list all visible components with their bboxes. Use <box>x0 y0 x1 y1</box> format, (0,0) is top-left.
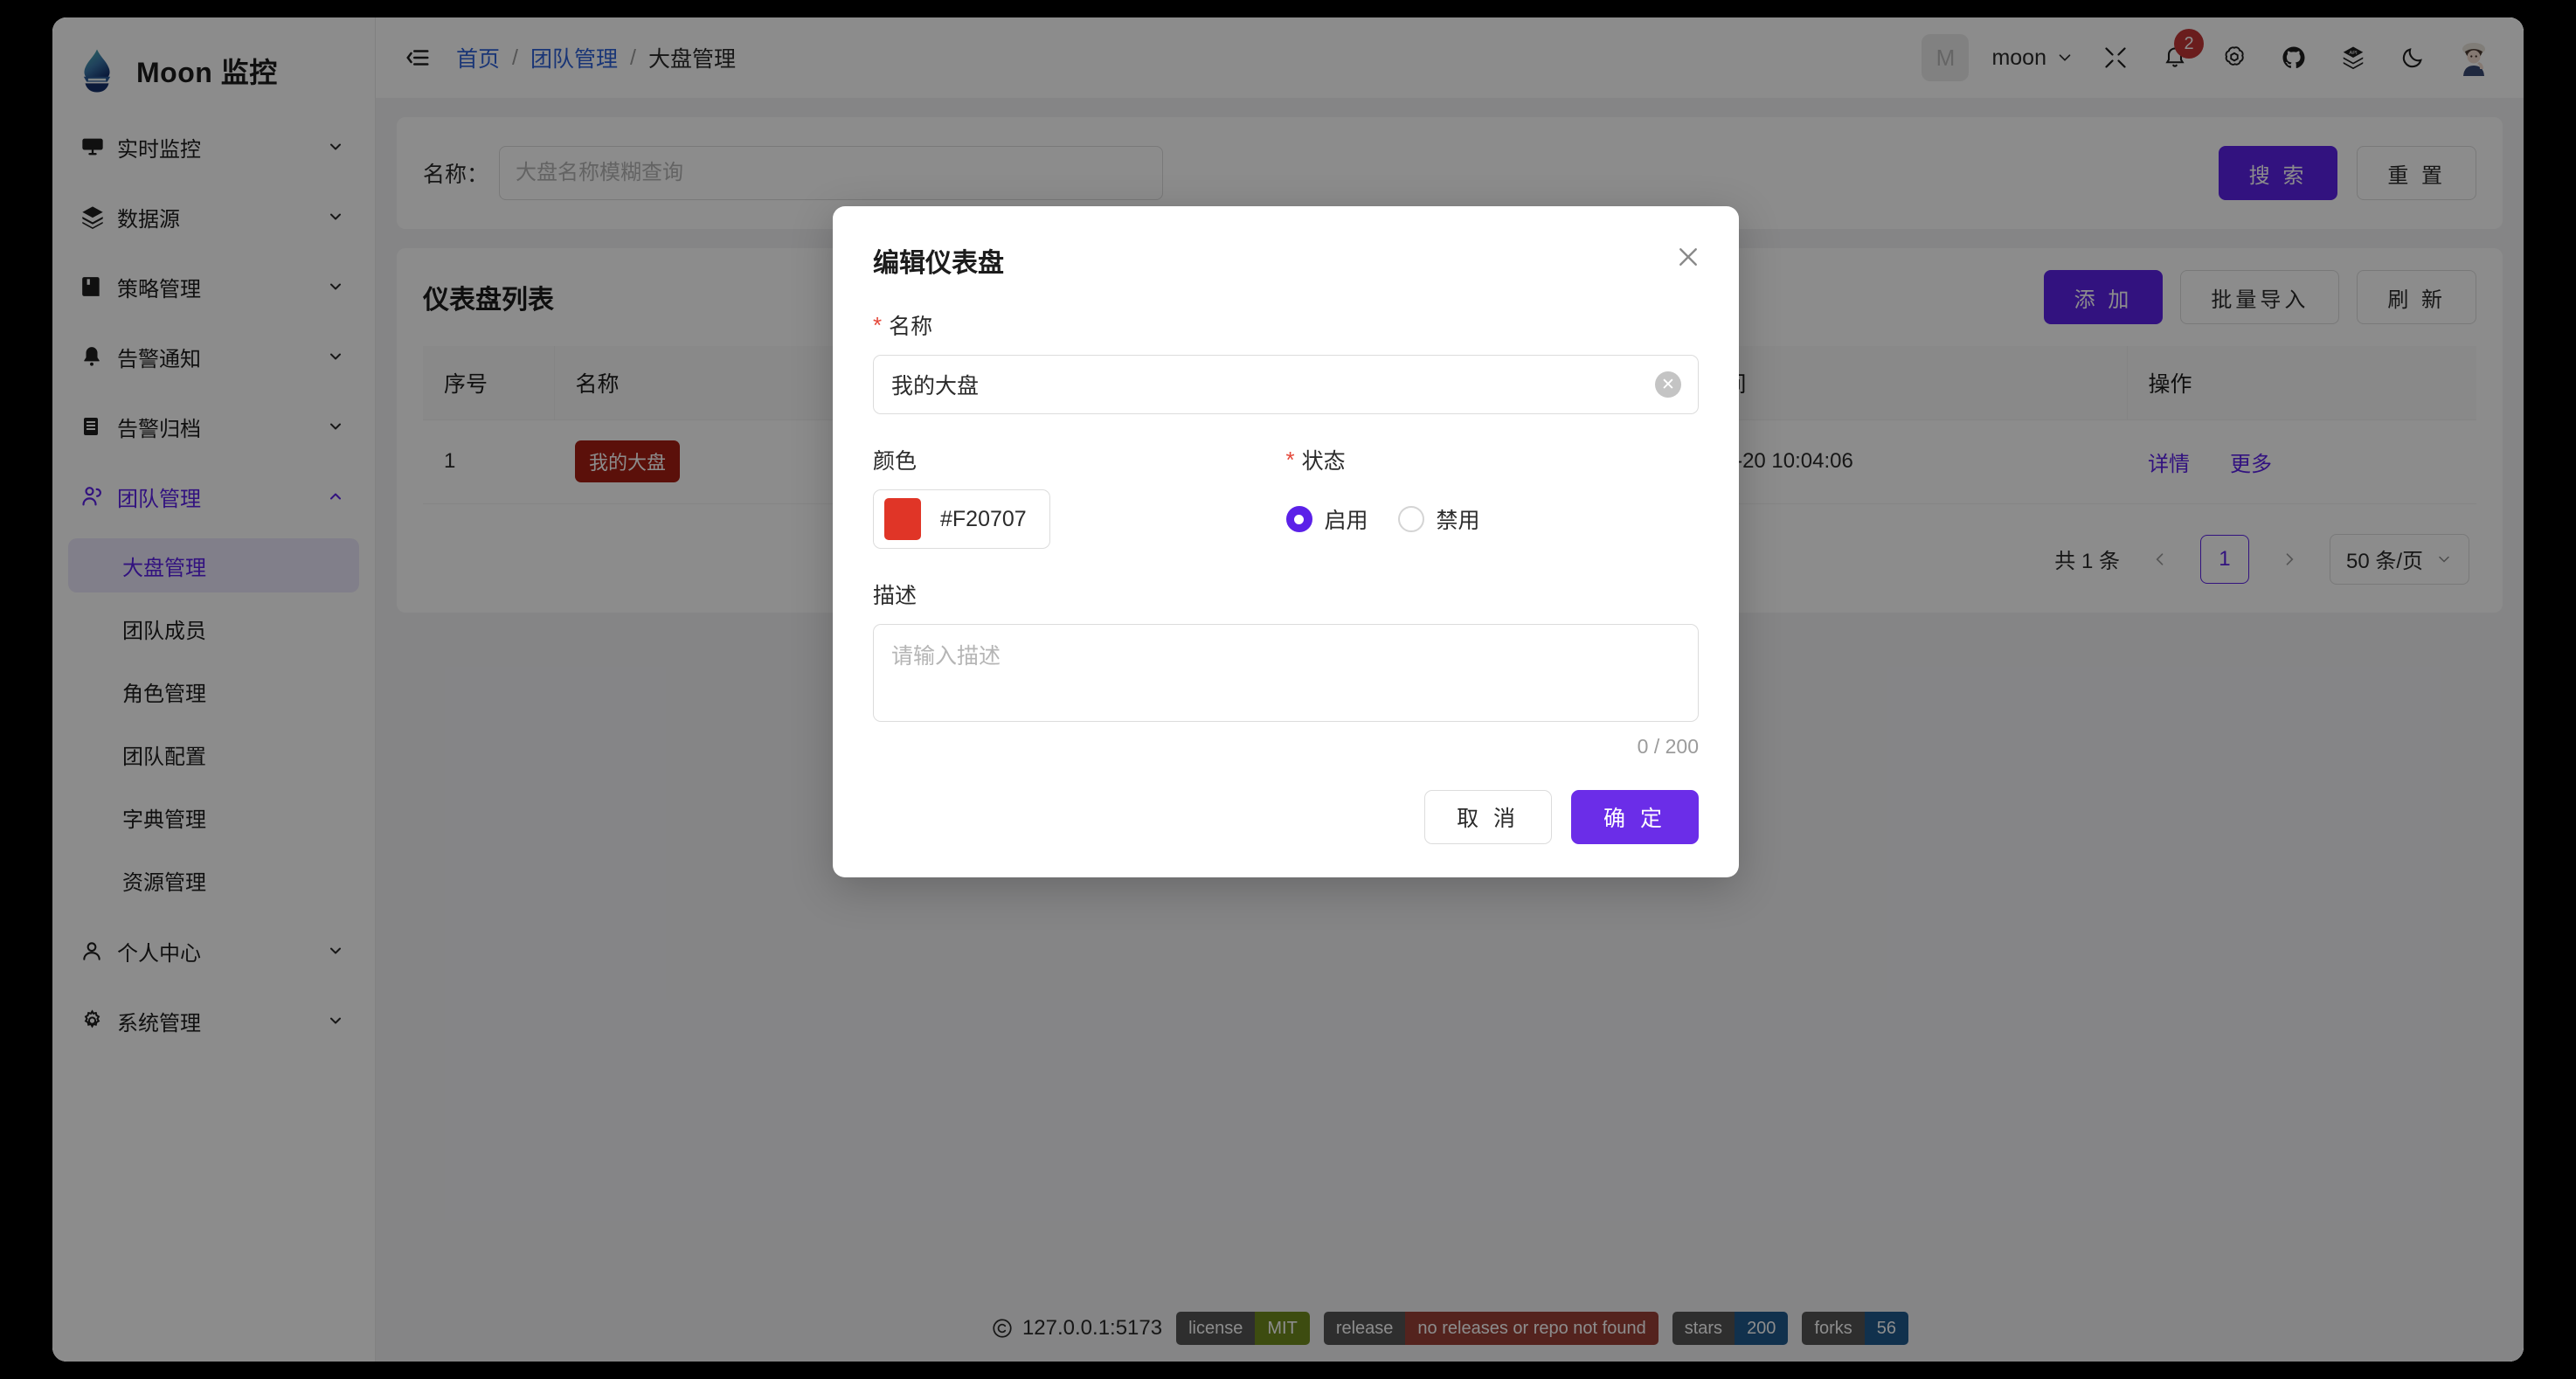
clear-icon[interactable]: ✕ <box>1655 371 1681 398</box>
modal-footer: 取 消 确 定 <box>873 790 1699 844</box>
edit-dashboard-modal: 编辑仪表盘 * 名称 ✕ 颜色 #F20707 <box>833 206 1739 877</box>
description-textarea[interactable] <box>873 624 1699 722</box>
modal-color-label: 颜色 <box>873 444 1286 475</box>
modal-name-label: * 名称 <box>873 309 1699 341</box>
modal-color-status-row: 颜色 #F20707 * 状态 启用 禁用 <box>873 414 1699 549</box>
modal-name-field-wrap: ✕ <box>873 355 1699 414</box>
required-asterisk: * <box>1285 447 1295 473</box>
status-radio-enabled[interactable]: 启用 <box>1285 503 1368 535</box>
modal-desc-label: 描述 <box>873 579 1699 610</box>
app-window: Moon 监控 实时监控 数据源 策略管理 告警通知 告警归档 团队管理 大盘管… <box>52 17 2524 1362</box>
color-swatch <box>884 498 921 540</box>
status-radio-disabled[interactable]: 禁用 <box>1397 503 1480 535</box>
cancel-button[interactable]: 取 消 <box>1424 790 1553 844</box>
status-radio-group: 启用 禁用 <box>1285 489 1700 549</box>
color-picker[interactable]: #F20707 <box>873 489 1050 549</box>
modal-color-group: 颜色 #F20707 <box>873 414 1286 549</box>
name-input[interactable] <box>873 355 1699 414</box>
status-radio-disabled-label: 禁用 <box>1436 509 1480 533</box>
modal-desc-label-text: 描述 <box>873 584 918 608</box>
color-hex-value: #F20707 <box>940 506 1027 531</box>
modal-status-label: * 状态 <box>1286 444 1700 475</box>
modal-title: 编辑仪表盘 <box>873 249 1004 278</box>
modal-name-label-text: 名称 <box>889 315 933 339</box>
close-icon[interactable] <box>1669 238 1707 276</box>
confirm-button[interactable]: 确 定 <box>1571 790 1699 844</box>
modal-status-label-text: 状态 <box>1301 449 1346 474</box>
radio-dot-on <box>1285 506 1312 532</box>
modal-color-label-text: 颜色 <box>873 449 918 474</box>
radio-dot-off <box>1397 506 1424 532</box>
required-asterisk: * <box>873 312 883 338</box>
status-radio-enabled-label: 启用 <box>1324 509 1368 533</box>
character-counter: 0 / 200 <box>1637 735 1699 758</box>
modal-status-group: * 状态 启用 禁用 <box>1285 414 1700 549</box>
